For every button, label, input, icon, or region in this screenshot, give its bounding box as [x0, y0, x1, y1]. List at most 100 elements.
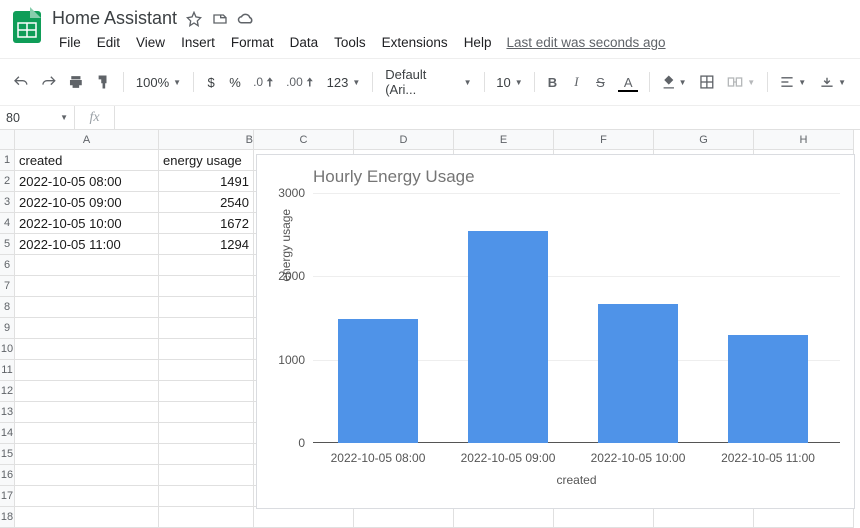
menu-help[interactable]: Help	[457, 31, 499, 54]
cell-D18[interactable]	[354, 507, 454, 528]
paint-format-icon[interactable]	[91, 70, 117, 94]
cell-B17[interactable]	[159, 486, 254, 507]
redo-icon[interactable]	[36, 71, 62, 93]
cell-B10[interactable]	[159, 339, 254, 360]
borders-button[interactable]	[694, 70, 720, 94]
row-header-16[interactable]: 16	[0, 465, 15, 486]
col-header-B[interactable]: B	[159, 130, 254, 150]
row-header-2[interactable]: 2	[0, 171, 15, 192]
bold-button[interactable]: B	[541, 71, 563, 94]
menu-format[interactable]: Format	[224, 31, 281, 54]
cell-B8[interactable]	[159, 297, 254, 318]
cell-B4[interactable]: 1672	[159, 213, 254, 234]
row-header-13[interactable]: 13	[0, 402, 15, 423]
row-header-4[interactable]: 4	[0, 213, 15, 234]
last-edit-link[interactable]: Last edit was seconds ago	[506, 35, 665, 50]
cell-B7[interactable]	[159, 276, 254, 297]
cell-A12[interactable]	[15, 381, 159, 402]
cell-A13[interactable]	[15, 402, 159, 423]
cell-C18[interactable]	[254, 507, 354, 528]
cell-A10[interactable]	[15, 339, 159, 360]
decrease-decimal[interactable]: .0	[248, 71, 279, 93]
cloud-icon[interactable]	[237, 10, 255, 28]
row-header-5[interactable]: 5	[0, 234, 15, 255]
cell-B9[interactable]	[159, 318, 254, 339]
row-header-3[interactable]: 3	[0, 192, 15, 213]
font-dropdown[interactable]: Default (Ari...▼	[379, 63, 477, 101]
row-header-17[interactable]: 17	[0, 486, 15, 507]
cell-B3[interactable]: 2540	[159, 192, 254, 213]
menu-file[interactable]: File	[52, 31, 88, 54]
col-header-H[interactable]: H	[754, 130, 854, 150]
cell-A11[interactable]	[15, 360, 159, 381]
cell-A8[interactable]	[15, 297, 159, 318]
cell-B18[interactable]	[159, 507, 254, 528]
cell-A5[interactable]: 2022-10-05 11:00	[15, 234, 159, 255]
row-header-11[interactable]: 11	[0, 360, 15, 381]
cell-B15[interactable]	[159, 444, 254, 465]
app-logo[interactable]	[8, 6, 46, 44]
chart[interactable]: Hourly Energy Usage energy usage 0100020…	[256, 154, 855, 509]
cell-A1[interactable]: created	[15, 150, 159, 171]
fill-color-button[interactable]: ▼	[656, 70, 691, 94]
cell-F18[interactable]	[554, 507, 654, 528]
strike-button[interactable]: S	[589, 71, 611, 94]
cell-B16[interactable]	[159, 465, 254, 486]
font-size-dropdown[interactable]: 10▼	[491, 71, 529, 94]
row-header-9[interactable]: 9	[0, 318, 15, 339]
menu-edit[interactable]: Edit	[90, 31, 127, 54]
col-header-F[interactable]: F	[554, 130, 654, 150]
menu-data[interactable]: Data	[283, 31, 326, 54]
star-icon[interactable]	[185, 10, 203, 28]
row-header-1[interactable]: 1	[0, 150, 15, 171]
cell-B14[interactable]	[159, 423, 254, 444]
v-align-dropdown[interactable]: ▼	[814, 72, 852, 92]
menu-tools[interactable]: Tools	[327, 31, 373, 54]
doc-title[interactable]: Home Assistant	[52, 8, 177, 29]
merge-dropdown[interactable]: ▼	[721, 71, 761, 93]
cell-B12[interactable]	[159, 381, 254, 402]
increase-decimal[interactable]: .00	[281, 71, 319, 93]
format-currency[interactable]: $	[200, 71, 222, 94]
undo-icon[interactable]	[8, 71, 34, 93]
cell-H18[interactable]	[754, 507, 854, 528]
more-formats-dropdown[interactable]: 123▼	[321, 71, 367, 94]
cell-A18[interactable]	[15, 507, 159, 528]
cell-B1[interactable]: energy usage	[159, 150, 254, 171]
cell-B11[interactable]	[159, 360, 254, 381]
move-icon[interactable]	[211, 10, 229, 28]
cell-B6[interactable]	[159, 255, 254, 276]
col-header-A[interactable]: A	[15, 130, 159, 150]
cell-A17[interactable]	[15, 486, 159, 507]
italic-button[interactable]: I	[565, 70, 587, 94]
menu-extensions[interactable]: Extensions	[375, 31, 455, 54]
cell-B5[interactable]: 1294	[159, 234, 254, 255]
cell-A9[interactable]	[15, 318, 159, 339]
row-header-6[interactable]: 6	[0, 255, 15, 276]
row-header-7[interactable]: 7	[0, 276, 15, 297]
format-percent[interactable]: %	[224, 71, 246, 94]
col-header-E[interactable]: E	[454, 130, 554, 150]
zoom-dropdown[interactable]: 100%▼	[130, 71, 187, 94]
cell-G18[interactable]	[654, 507, 754, 528]
select-all-corner[interactable]	[0, 130, 15, 150]
row-header-15[interactable]: 15	[0, 444, 15, 465]
row-header-12[interactable]: 12	[0, 381, 15, 402]
cell-B13[interactable]	[159, 402, 254, 423]
h-align-dropdown[interactable]: ▼	[774, 72, 812, 92]
cell-E18[interactable]	[454, 507, 554, 528]
cell-A7[interactable]	[15, 276, 159, 297]
row-header-8[interactable]: 8	[0, 297, 15, 318]
formula-input[interactable]	[115, 106, 860, 129]
col-header-G[interactable]: G	[654, 130, 754, 150]
cell-A15[interactable]	[15, 444, 159, 465]
cell-A14[interactable]	[15, 423, 159, 444]
menu-view[interactable]: View	[129, 31, 172, 54]
cell-A3[interactable]: 2022-10-05 09:00	[15, 192, 159, 213]
menu-insert[interactable]: Insert	[174, 31, 222, 54]
name-box[interactable]: 80▼	[0, 106, 75, 129]
row-header-18[interactable]: 18	[0, 507, 15, 528]
cell-A6[interactable]	[15, 255, 159, 276]
cell-B2[interactable]: 1491	[159, 171, 254, 192]
col-header-C[interactable]: C	[254, 130, 354, 150]
